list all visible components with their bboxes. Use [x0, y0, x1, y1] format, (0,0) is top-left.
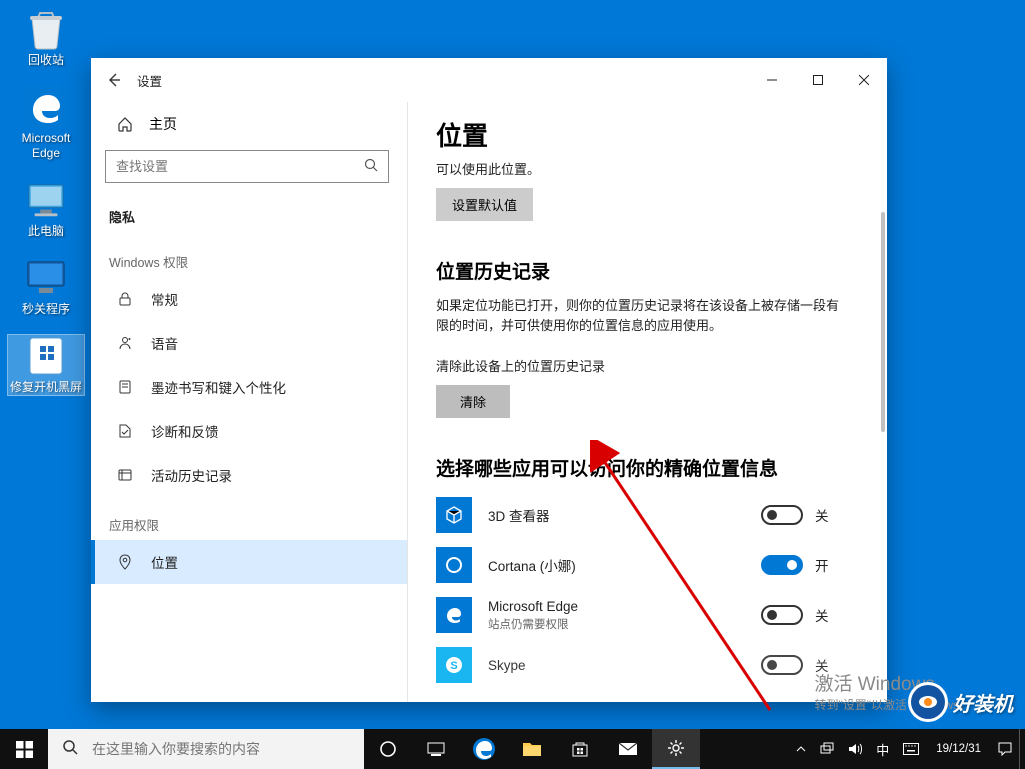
- brand-watermark: 好装机: [911, 685, 1013, 719]
- diagnostics-icon: [117, 423, 133, 439]
- nav-general[interactable]: 常规: [91, 277, 407, 321]
- taskbar-search[interactable]: [48, 729, 364, 769]
- settings-search-input[interactable]: [116, 159, 364, 174]
- nav-diagnostics[interactable]: 诊断和反馈: [91, 409, 407, 453]
- repair-boot-icon: [25, 335, 67, 377]
- this-pc-icon: [25, 179, 67, 221]
- app-name: Microsoft Edge 站点仍需要权限: [488, 599, 745, 632]
- search-icon: [62, 739, 78, 760]
- group-windows-permissions: Windows 权限: [91, 234, 407, 277]
- taskbar-mail[interactable]: [604, 729, 652, 769]
- back-button[interactable]: [91, 58, 137, 102]
- activity-icon: [117, 467, 133, 483]
- app-name: Skype: [488, 658, 745, 673]
- history-title: 位置历史记录: [436, 257, 851, 284]
- tray-volume-icon[interactable]: [841, 729, 869, 769]
- desktop-icon-edge[interactable]: Microsoft Edge: [8, 86, 84, 161]
- taskbar-explorer[interactable]: [508, 729, 556, 769]
- lock-icon: [117, 291, 133, 307]
- app-row-cortana: Cortana (小娜) 开: [436, 547, 851, 583]
- app-tile-3d-viewer-icon: [436, 497, 472, 533]
- toggle-3d-viewer[interactable]: [761, 505, 803, 525]
- clear-button[interactable]: 清除: [436, 385, 510, 418]
- home-icon: [117, 116, 133, 132]
- location-icon: [117, 554, 133, 570]
- shutdown-prog-icon: [25, 257, 67, 299]
- desktop-icon-shutdown-prog[interactable]: 秒关程序: [8, 257, 84, 317]
- content-area: 位置 可以使用此位置。 设置默认值 位置历史记录 如果定位功能已打开，则你的位置…: [408, 102, 887, 702]
- close-button[interactable]: [841, 64, 887, 96]
- settings-search[interactable]: [105, 150, 389, 183]
- tray-ime[interactable]: 中: [869, 729, 896, 769]
- desktop-icon-repair-boot[interactable]: 修复开机黑屏: [8, 335, 84, 395]
- nav-location[interactable]: 位置: [91, 540, 407, 584]
- app-name: 3D 查看器: [488, 505, 745, 525]
- app-tile-cortana-icon: [436, 547, 472, 583]
- recycle-bin-icon: [25, 8, 67, 50]
- speech-icon: [117, 335, 133, 351]
- toggle-skype[interactable]: [761, 655, 803, 675]
- taskbar-edge[interactable]: [460, 729, 508, 769]
- sidebar: 主页 隐私 Windows 权限 常规 语音: [91, 102, 408, 702]
- sidebar-section: 隐私: [91, 197, 407, 234]
- app-row-skype: S Skype 关: [436, 647, 851, 683]
- system-tray: 中 19/12/31: [789, 729, 1025, 769]
- svg-text:S: S: [450, 660, 457, 672]
- toggle-edge[interactable]: [761, 605, 803, 625]
- choose-apps-title: 选择哪些应用可以访问你的精确位置信息: [436, 454, 851, 481]
- home-link[interactable]: 主页: [91, 102, 407, 146]
- taskbar-settings[interactable]: [652, 729, 700, 769]
- tray-keyboard-icon[interactable]: [896, 729, 926, 769]
- nav-activity[interactable]: 活动历史记录: [91, 453, 407, 497]
- brand-icon: [911, 685, 945, 719]
- search-icon: [364, 158, 378, 175]
- show-desktop[interactable]: [1019, 729, 1025, 769]
- windows-icon: [16, 741, 33, 758]
- nav-speech[interactable]: 语音: [91, 321, 407, 365]
- group-app-permissions: 应用权限: [91, 497, 407, 540]
- desktop-icon-this-pc[interactable]: 此电脑: [8, 179, 84, 239]
- tray-network-icon[interactable]: [813, 729, 841, 769]
- start-button[interactable]: [0, 729, 48, 769]
- tray-chevron-up-icon[interactable]: [789, 729, 813, 769]
- page-title: 位置: [436, 116, 851, 153]
- task-view-button[interactable]: [412, 729, 460, 769]
- app-row-edge: Microsoft Edge 站点仍需要权限 关: [436, 597, 851, 633]
- tray-clock[interactable]: 19/12/31: [926, 729, 991, 769]
- app-row-3d-viewer: 3D 查看器 关: [436, 497, 851, 533]
- cortana-button[interactable]: [364, 729, 412, 769]
- set-default-button[interactable]: 设置默认值: [436, 188, 533, 221]
- settings-window: 设置 主页 隐私 Windows 权限 常规: [91, 58, 887, 702]
- tray-action-center-icon[interactable]: [991, 729, 1019, 769]
- window-title: 设置: [137, 71, 162, 90]
- taskbar-search-input[interactable]: [92, 741, 350, 757]
- maximize-button[interactable]: [795, 64, 841, 96]
- desktop-icon-recycle-bin[interactable]: 回收站: [8, 8, 84, 68]
- cut-text: 可以使用此位置。: [436, 159, 851, 178]
- app-name: Cortana (小娜): [488, 555, 745, 575]
- app-tile-edge-icon: [436, 597, 472, 633]
- clear-label: 清除此设备上的位置历史记录: [436, 356, 851, 375]
- app-tile-skype-icon: S: [436, 647, 472, 683]
- inking-icon: [117, 379, 133, 395]
- taskbar-store[interactable]: [556, 729, 604, 769]
- toggle-cortana[interactable]: [761, 555, 803, 575]
- history-desc: 如果定位功能已打开，则你的位置历史记录将在该设备上被存储一段有限的时间，并可供使…: [436, 296, 851, 336]
- nav-inking[interactable]: 墨迹书写和键入个性化: [91, 365, 407, 409]
- taskbar: 中 19/12/31: [0, 729, 1025, 769]
- edge-icon: [25, 86, 67, 128]
- titlebar: 设置: [91, 58, 887, 102]
- minimize-button[interactable]: [749, 64, 795, 96]
- content-scrollbar[interactable]: [875, 102, 887, 702]
